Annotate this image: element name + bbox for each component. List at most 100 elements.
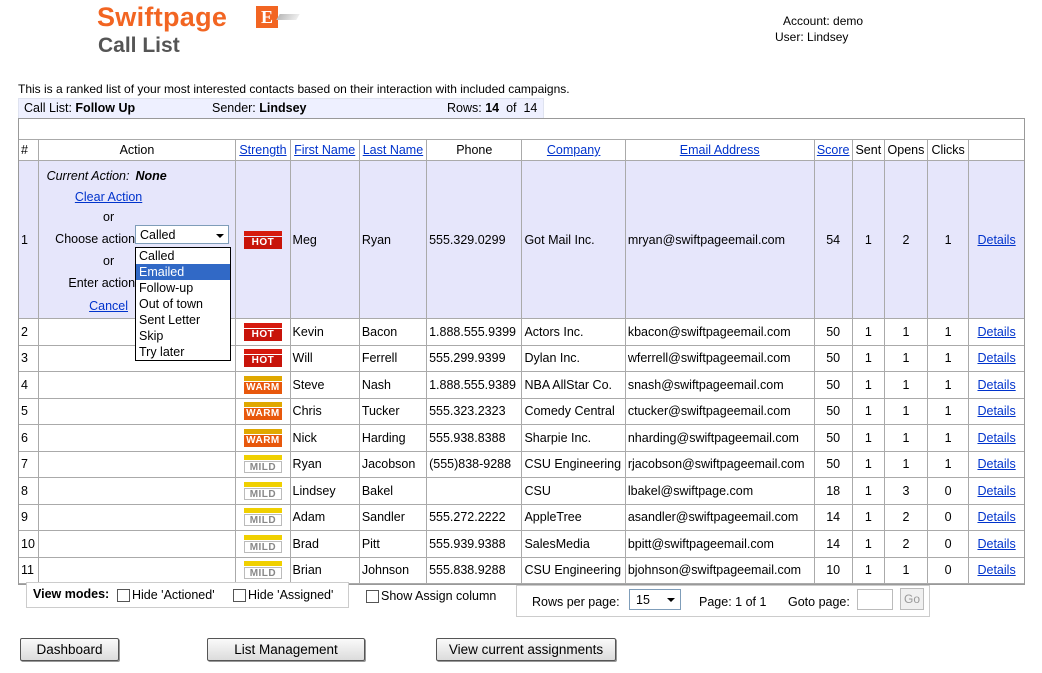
company: AppleTree	[521, 503, 626, 531]
details-link[interactable]: Details	[977, 510, 1015, 524]
sort-score-link[interactable]: Score	[817, 143, 850, 157]
table-header-row: # Action Strength First Name Last Name P…	[19, 140, 1024, 161]
strength-mild-icon: MILD	[243, 481, 282, 500]
view-modes-panel: View modes: Hide 'Actioned' Hide 'Assign…	[26, 582, 349, 608]
calllist-value: Follow Up	[75, 101, 136, 115]
col-header-email[interactable]: Email Address	[624, 140, 815, 161]
action-option[interactable]: Skip	[136, 328, 230, 344]
current-action: Current Action: None	[47, 169, 167, 183]
list-management-button[interactable]: List Management	[207, 638, 365, 661]
email: nharding@swiftpageemail.com	[624, 424, 815, 452]
sent: 1	[851, 450, 885, 478]
score: 14	[813, 503, 853, 531]
company: Got Mail Inc.	[521, 160, 626, 319]
pager-panel: Rows per page: 15 Page: 1 of 1 Goto page…	[516, 585, 930, 617]
details-link[interactable]: Details	[977, 378, 1015, 392]
col-header-num: #	[19, 140, 39, 161]
company: Comedy Central	[521, 397, 626, 425]
company: SalesMedia	[521, 530, 626, 558]
opens: 2	[883, 160, 929, 319]
row-number: 2	[19, 318, 39, 346]
hide-assigned-option[interactable]: Hide 'Assigned'	[233, 588, 333, 603]
details-link[interactable]: Details	[977, 404, 1015, 418]
clear-action-link[interactable]: Clear Action	[39, 190, 179, 204]
action-option[interactable]: Out of town	[136, 296, 230, 312]
opens: 1	[883, 397, 929, 425]
action-cell[interactable]	[37, 450, 237, 478]
email: asandler@swiftpageemail.com	[624, 503, 815, 531]
user-label: User:	[775, 30, 804, 44]
swiftpage-logo: Swiftpage E Call List	[97, 2, 307, 58]
hide-actioned-checkbox[interactable]	[117, 589, 130, 603]
col-header-strength[interactable]: Strength	[235, 140, 291, 161]
strength-cell: HOT	[235, 344, 291, 372]
sort-strength-link[interactable]: Strength	[239, 143, 286, 157]
details-cell: Details	[968, 397, 1024, 425]
clicks: 1	[927, 318, 970, 346]
details-link[interactable]: Details	[977, 431, 1015, 445]
details-link[interactable]: Details	[977, 484, 1015, 498]
sent: 1	[851, 556, 885, 584]
first-name: Brad	[289, 530, 360, 558]
sent: 1	[851, 477, 885, 505]
account-value: demo	[833, 14, 864, 28]
show-assign-checkbox[interactable]	[366, 590, 379, 604]
action-cell[interactable]	[37, 530, 237, 558]
col-header-score[interactable]: Score	[813, 140, 853, 161]
current-action-label: Current Action:	[46, 169, 130, 183]
hide-actioned-option[interactable]: Hide 'Actioned'	[117, 588, 215, 603]
rows-per-page-select[interactable]: 15	[629, 589, 681, 610]
col-header-company[interactable]: Company	[521, 140, 626, 161]
choose-action-select[interactable]: Called	[135, 225, 229, 244]
action-cell[interactable]	[37, 397, 237, 425]
strength-cell: MILD	[235, 450, 291, 478]
action-option[interactable]: Sent Letter	[136, 312, 230, 328]
details-link[interactable]: Details	[977, 233, 1015, 247]
chevron-down-icon	[216, 234, 224, 238]
choose-action-label: Choose action:	[55, 232, 139, 246]
clicks: 1	[927, 397, 970, 425]
go-button[interactable]: Go	[900, 588, 924, 610]
company: Sharpie Inc.	[521, 424, 626, 452]
action-option[interactable]: Emailed	[136, 264, 230, 280]
goto-page-input[interactable]	[857, 589, 893, 610]
action-cell[interactable]	[37, 371, 237, 399]
score: 50	[813, 371, 853, 399]
rows-total: 14	[523, 101, 538, 115]
details-link[interactable]: Details	[977, 537, 1015, 551]
rows-value: 14	[485, 101, 500, 115]
show-assign-option[interactable]: Show Assign column	[366, 589, 497, 604]
action-cell[interactable]	[37, 477, 237, 505]
action-cell[interactable]	[37, 424, 237, 452]
view-assignments-button[interactable]: View current assignments	[436, 638, 616, 661]
details-link[interactable]: Details	[977, 563, 1015, 577]
action-option[interactable]: Called	[136, 248, 230, 264]
show-assign-label: Show Assign column	[381, 589, 497, 603]
sort-company-link[interactable]: Company	[547, 143, 601, 157]
details-link[interactable]: Details	[977, 351, 1015, 365]
action-option[interactable]: Try later	[136, 344, 230, 360]
dashboard-button[interactable]: Dashboard	[20, 638, 119, 661]
strength-label: WARM	[243, 408, 282, 421]
details-link[interactable]: Details	[977, 457, 1015, 471]
action-option[interactable]: Follow-up	[136, 280, 230, 296]
company: CSU Engineering	[521, 556, 626, 584]
strength-label: MILD	[243, 540, 282, 553]
col-header-last-name[interactable]: Last Name	[358, 140, 428, 161]
hide-assigned-checkbox[interactable]	[233, 589, 246, 603]
sort-email-link[interactable]: Email Address	[680, 143, 760, 157]
col-header-first-name[interactable]: First Name	[289, 140, 360, 161]
sort-first-name-link[interactable]: First Name	[294, 143, 355, 157]
sort-last-name-link[interactable]: Last Name	[363, 143, 423, 157]
email: rjacobson@swiftpageemail.com	[624, 450, 815, 478]
action-cell[interactable]	[37, 556, 237, 584]
email: wferrell@swiftpageemail.com	[624, 344, 815, 372]
details-link[interactable]: Details	[977, 325, 1015, 339]
details-cell: Details	[968, 503, 1024, 531]
choose-action-dropdown[interactable]: Called Emailed Follow-up Out of town Sent Le…	[135, 247, 231, 361]
score: 50	[813, 318, 853, 346]
row-number: 9	[19, 503, 39, 531]
action-cell[interactable]	[37, 503, 237, 531]
row-number: 10	[19, 530, 39, 558]
clicks: 0	[927, 503, 970, 531]
